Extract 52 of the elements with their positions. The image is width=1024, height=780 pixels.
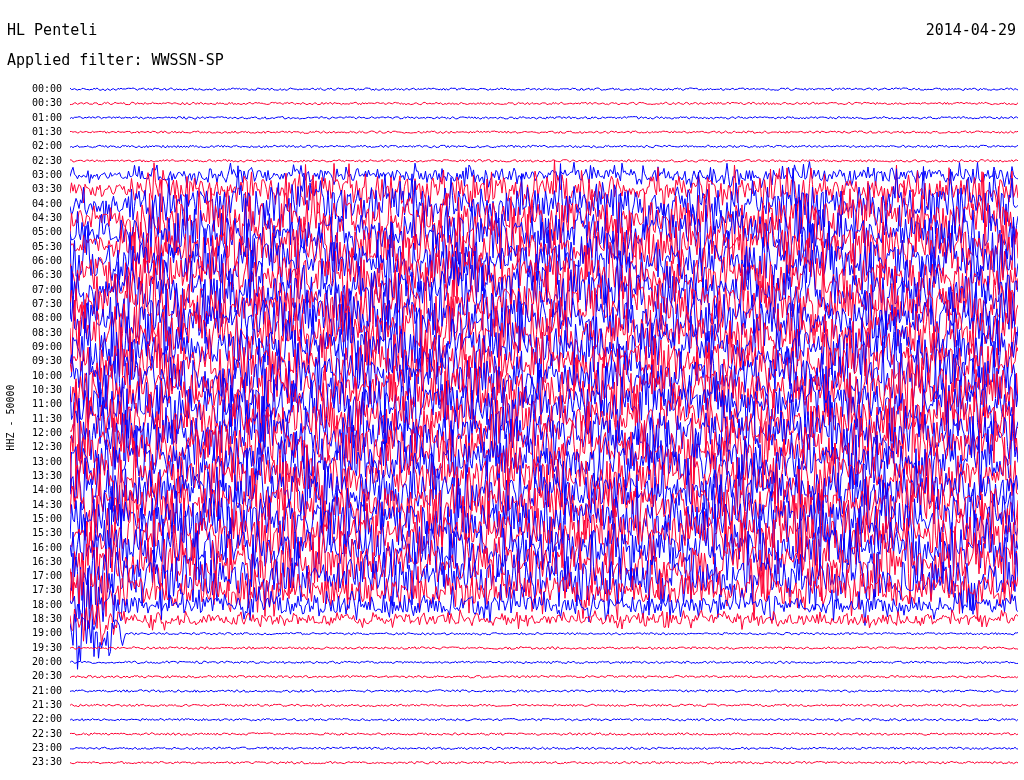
time-label: 05:30 bbox=[31, 239, 62, 254]
time-label: 21:30 bbox=[31, 698, 62, 713]
time-label: 09:00 bbox=[31, 339, 62, 354]
station-name: HL Penteli bbox=[7, 22, 98, 38]
time-label: 10:30 bbox=[31, 382, 62, 397]
time-label: 07:30 bbox=[31, 296, 62, 311]
time-label: 11:30 bbox=[31, 411, 62, 426]
time-label: 15:30 bbox=[31, 526, 62, 541]
time-label: 03:00 bbox=[31, 167, 62, 182]
time-label: 01:00 bbox=[31, 110, 62, 125]
time-label: 06:30 bbox=[31, 268, 62, 283]
time-label: 11:00 bbox=[31, 397, 62, 412]
time-label: 16:00 bbox=[31, 540, 62, 555]
time-label: 23:00 bbox=[31, 741, 62, 756]
time-label: 22:00 bbox=[31, 712, 62, 727]
time-label: 05:00 bbox=[31, 225, 62, 240]
time-label: 08:00 bbox=[31, 311, 62, 326]
time-label: 00:30 bbox=[31, 96, 62, 111]
time-label: 20:30 bbox=[31, 669, 62, 684]
time-label: 12:30 bbox=[31, 440, 62, 455]
time-label: 14:30 bbox=[31, 497, 62, 512]
time-label: 08:30 bbox=[31, 325, 62, 340]
time-label: 07:00 bbox=[31, 282, 62, 297]
time-label: 20:00 bbox=[31, 655, 62, 670]
time-label: 13:00 bbox=[31, 454, 62, 469]
time-label: 23:30 bbox=[31, 755, 62, 770]
time-label: 17:30 bbox=[31, 583, 62, 598]
time-label: 09:30 bbox=[31, 354, 62, 369]
time-label: 06:00 bbox=[31, 253, 62, 268]
time-label: 16:30 bbox=[31, 554, 62, 569]
time-label: 19:30 bbox=[31, 640, 62, 655]
time-label: 14:00 bbox=[31, 483, 62, 498]
time-label: 01:30 bbox=[31, 125, 62, 139]
time-label: 15:00 bbox=[31, 511, 62, 526]
time-label: 18:00 bbox=[31, 597, 62, 612]
date-label: 2014-04-29 bbox=[925, 22, 1016, 38]
time-label: 04:30 bbox=[31, 210, 62, 225]
time-label: 10:00 bbox=[31, 368, 62, 383]
time-label: 04:00 bbox=[31, 196, 62, 211]
time-label: 22:30 bbox=[31, 726, 62, 741]
time-label: 18:30 bbox=[31, 612, 62, 627]
channel-label: HHZ - 50000 bbox=[4, 383, 16, 453]
time-label: 02:30 bbox=[31, 153, 62, 168]
time-label: 00:00 bbox=[31, 82, 62, 96]
filter-label: Applied filter: WWSSN-SP bbox=[6, 52, 224, 68]
time-label: 17:00 bbox=[31, 569, 62, 584]
time-label: 13:30 bbox=[31, 468, 62, 483]
time-label: 02:00 bbox=[31, 139, 62, 154]
time-label: 19:00 bbox=[31, 626, 62, 641]
time-label: 03:30 bbox=[31, 182, 62, 197]
time-label: 12:00 bbox=[31, 425, 62, 440]
time-label: 21:00 bbox=[31, 683, 62, 698]
